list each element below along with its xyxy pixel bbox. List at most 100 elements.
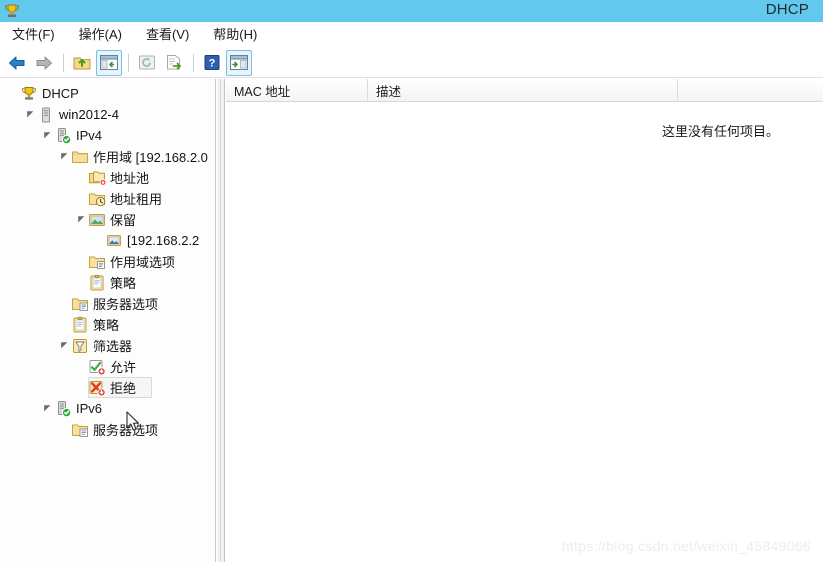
- tree-node-label: 作用域选项: [110, 255, 176, 270]
- tree-node-label: 作用域 [192.168.2.0: [93, 150, 208, 165]
- tree-node-filter-allow[interactable]: 允许: [0, 356, 215, 377]
- tree-twisty-placeholder: [74, 356, 88, 377]
- back-arrow-icon[interactable]: [4, 50, 30, 76]
- tree-node-label: 服务器选项: [93, 297, 159, 312]
- reservation-item-icon: [105, 232, 123, 250]
- export-list-icon[interactable]: [161, 50, 187, 76]
- chevron-expanded-icon[interactable]: [40, 398, 54, 419]
- menu-bar: 文件(F) 操作(A) 查看(V) 帮助(H): [0, 22, 823, 46]
- list-column-header-row: MAC 地址 描述: [226, 79, 823, 102]
- chevron-expanded-icon[interactable]: [23, 104, 37, 125]
- policies-icon: [88, 274, 106, 292]
- tree-node-ipv6[interactable]: IPv6: [0, 398, 215, 419]
- tree-node-scope[interactable]: 作用域 [192.168.2.0: [0, 146, 215, 167]
- reservations-icon: [88, 211, 106, 229]
- chevron-expanded-icon[interactable]: [74, 209, 88, 230]
- tree-twisty-placeholder: [74, 188, 88, 209]
- console-tree-pane[interactable]: DHCP win2012-4 IPv4 作用域 [192.168.2.0 地址池地址租用…: [0, 79, 216, 562]
- toolbar-separator: [63, 53, 64, 72]
- tree-twisty-placeholder: [74, 251, 88, 272]
- server-icon: [37, 106, 55, 124]
- tree-node-reservation-item[interactable]: [192.168.2.2: [0, 230, 215, 251]
- server-options-icon: [71, 295, 89, 313]
- column-header-mac-address[interactable]: MAC 地址: [226, 79, 368, 102]
- tree-node-label: 筛选器: [93, 339, 133, 354]
- tree-node-label: DHCP: [42, 86, 79, 101]
- scope-options-icon: [88, 253, 106, 271]
- policies-icon: [71, 316, 89, 334]
- tree-twisty-placeholder: [57, 314, 71, 335]
- tree-node-reservations[interactable]: 保留: [0, 209, 215, 230]
- tree-node-ipv4[interactable]: IPv4: [0, 125, 215, 146]
- pane-splitter[interactable]: [216, 79, 225, 562]
- tree-node-server-options-v4[interactable]: 服务器选项: [0, 293, 215, 314]
- tree-node-label: [192.168.2.2: [127, 233, 200, 248]
- tree-node-server-options-v6[interactable]: 服务器选项: [0, 419, 215, 440]
- tree-node-win2012-4[interactable]: win2012-4: [0, 104, 215, 125]
- tree-twisty-placeholder: [6, 83, 20, 104]
- menu-help[interactable]: 帮助(H): [211, 22, 267, 45]
- allow-filter-icon: [88, 358, 106, 376]
- address-pool-icon: [88, 169, 107, 187]
- menu-file[interactable]: 文件(F): [10, 22, 65, 45]
- server-ok-icon: [54, 127, 72, 145]
- tree-node-label: IPv4: [76, 128, 103, 143]
- tree-twisty-placeholder: [91, 230, 105, 251]
- tree-node-label: 策略: [110, 276, 137, 291]
- chevron-expanded-icon[interactable]: [40, 125, 54, 146]
- tree-node-label: win2012-4: [59, 107, 119, 122]
- dhcp-trophy-icon: [20, 85, 38, 103]
- server-options-icon: [71, 421, 89, 439]
- tree-twisty-placeholder: [74, 377, 88, 398]
- tree-node-label: 地址租用: [110, 192, 163, 207]
- tree-twisty-placeholder: [57, 419, 71, 440]
- refresh-icon: [134, 50, 160, 76]
- forward-arrow-icon: [31, 50, 57, 76]
- tree-node-label: IPv6: [76, 401, 103, 416]
- folder-icon: [71, 148, 89, 166]
- tree-node-address-pool[interactable]: 地址池: [0, 167, 215, 188]
- dhcp-console-window: DHCP 文件(F) 操作(A) 查看(V) 帮助(H) ? DHCP win2…: [0, 0, 823, 562]
- help-icon[interactable]: ?: [199, 50, 225, 76]
- up-one-level-icon[interactable]: [69, 50, 95, 76]
- tree-twisty-placeholder: [74, 167, 88, 188]
- tree-twisty-placeholder: [74, 272, 88, 293]
- filters-icon: [71, 337, 89, 355]
- show-hide-console-tree-icon[interactable]: [96, 49, 122, 76]
- title-bar: DHCP: [0, 0, 823, 22]
- tree-node-label: 策略: [93, 318, 120, 333]
- tree-twisty-placeholder: [57, 293, 71, 314]
- window-title: DHCP: [765, 1, 809, 18]
- server-ok-icon: [54, 400, 72, 418]
- empty-list-message: 这里没有任何项目。: [661, 124, 779, 139]
- menu-action[interactable]: 操作(A): [77, 22, 132, 45]
- tree-node-dhcp[interactable]: DHCP: [0, 83, 215, 104]
- tree-node-policies-v4[interactable]: 策略: [0, 314, 215, 335]
- tree-node-label: 保留: [110, 213, 137, 228]
- column-header-label: 描述: [376, 85, 402, 99]
- svg-text:?: ?: [209, 58, 216, 70]
- tree-node-address-leases[interactable]: 地址租用: [0, 188, 215, 209]
- show-hide-action-pane-icon[interactable]: [226, 49, 252, 76]
- menu-view[interactable]: 查看(V): [144, 22, 199, 45]
- deny-filter-icon: [88, 379, 106, 397]
- column-header-description[interactable]: 描述: [368, 79, 678, 102]
- tree-node-label: 地址池: [110, 171, 150, 186]
- column-header-spacer[interactable]: [678, 79, 823, 102]
- dhcp-trophy-icon: [3, 2, 21, 20]
- details-list-pane[interactable]: MAC 地址 描述 这里没有任何项目。: [226, 79, 823, 562]
- tree-node-label: 拒绝: [110, 381, 137, 396]
- tree-node-filters[interactable]: 筛选器: [0, 335, 215, 356]
- watermark-text: https://blog.csdn.net/weixin_45849066: [561, 538, 811, 554]
- tree-node-filter-deny[interactable]: 拒绝: [0, 377, 215, 398]
- tree-node-scope-options[interactable]: 作用域选项: [0, 251, 215, 272]
- column-header-label: MAC 地址: [234, 85, 291, 99]
- address-leases-icon: [88, 190, 106, 208]
- tree-node-scope-policies[interactable]: 策略: [0, 272, 215, 293]
- tree-node-label: 允许: [110, 360, 137, 375]
- toolbar-separator: [193, 53, 194, 72]
- console-tree: DHCP win2012-4 IPv4 作用域 [192.168.2.0 地址池地址租用…: [0, 79, 215, 440]
- chevron-expanded-icon[interactable]: [57, 335, 71, 356]
- chevron-expanded-icon[interactable]: [57, 146, 71, 167]
- toolbar-separator: [128, 53, 129, 72]
